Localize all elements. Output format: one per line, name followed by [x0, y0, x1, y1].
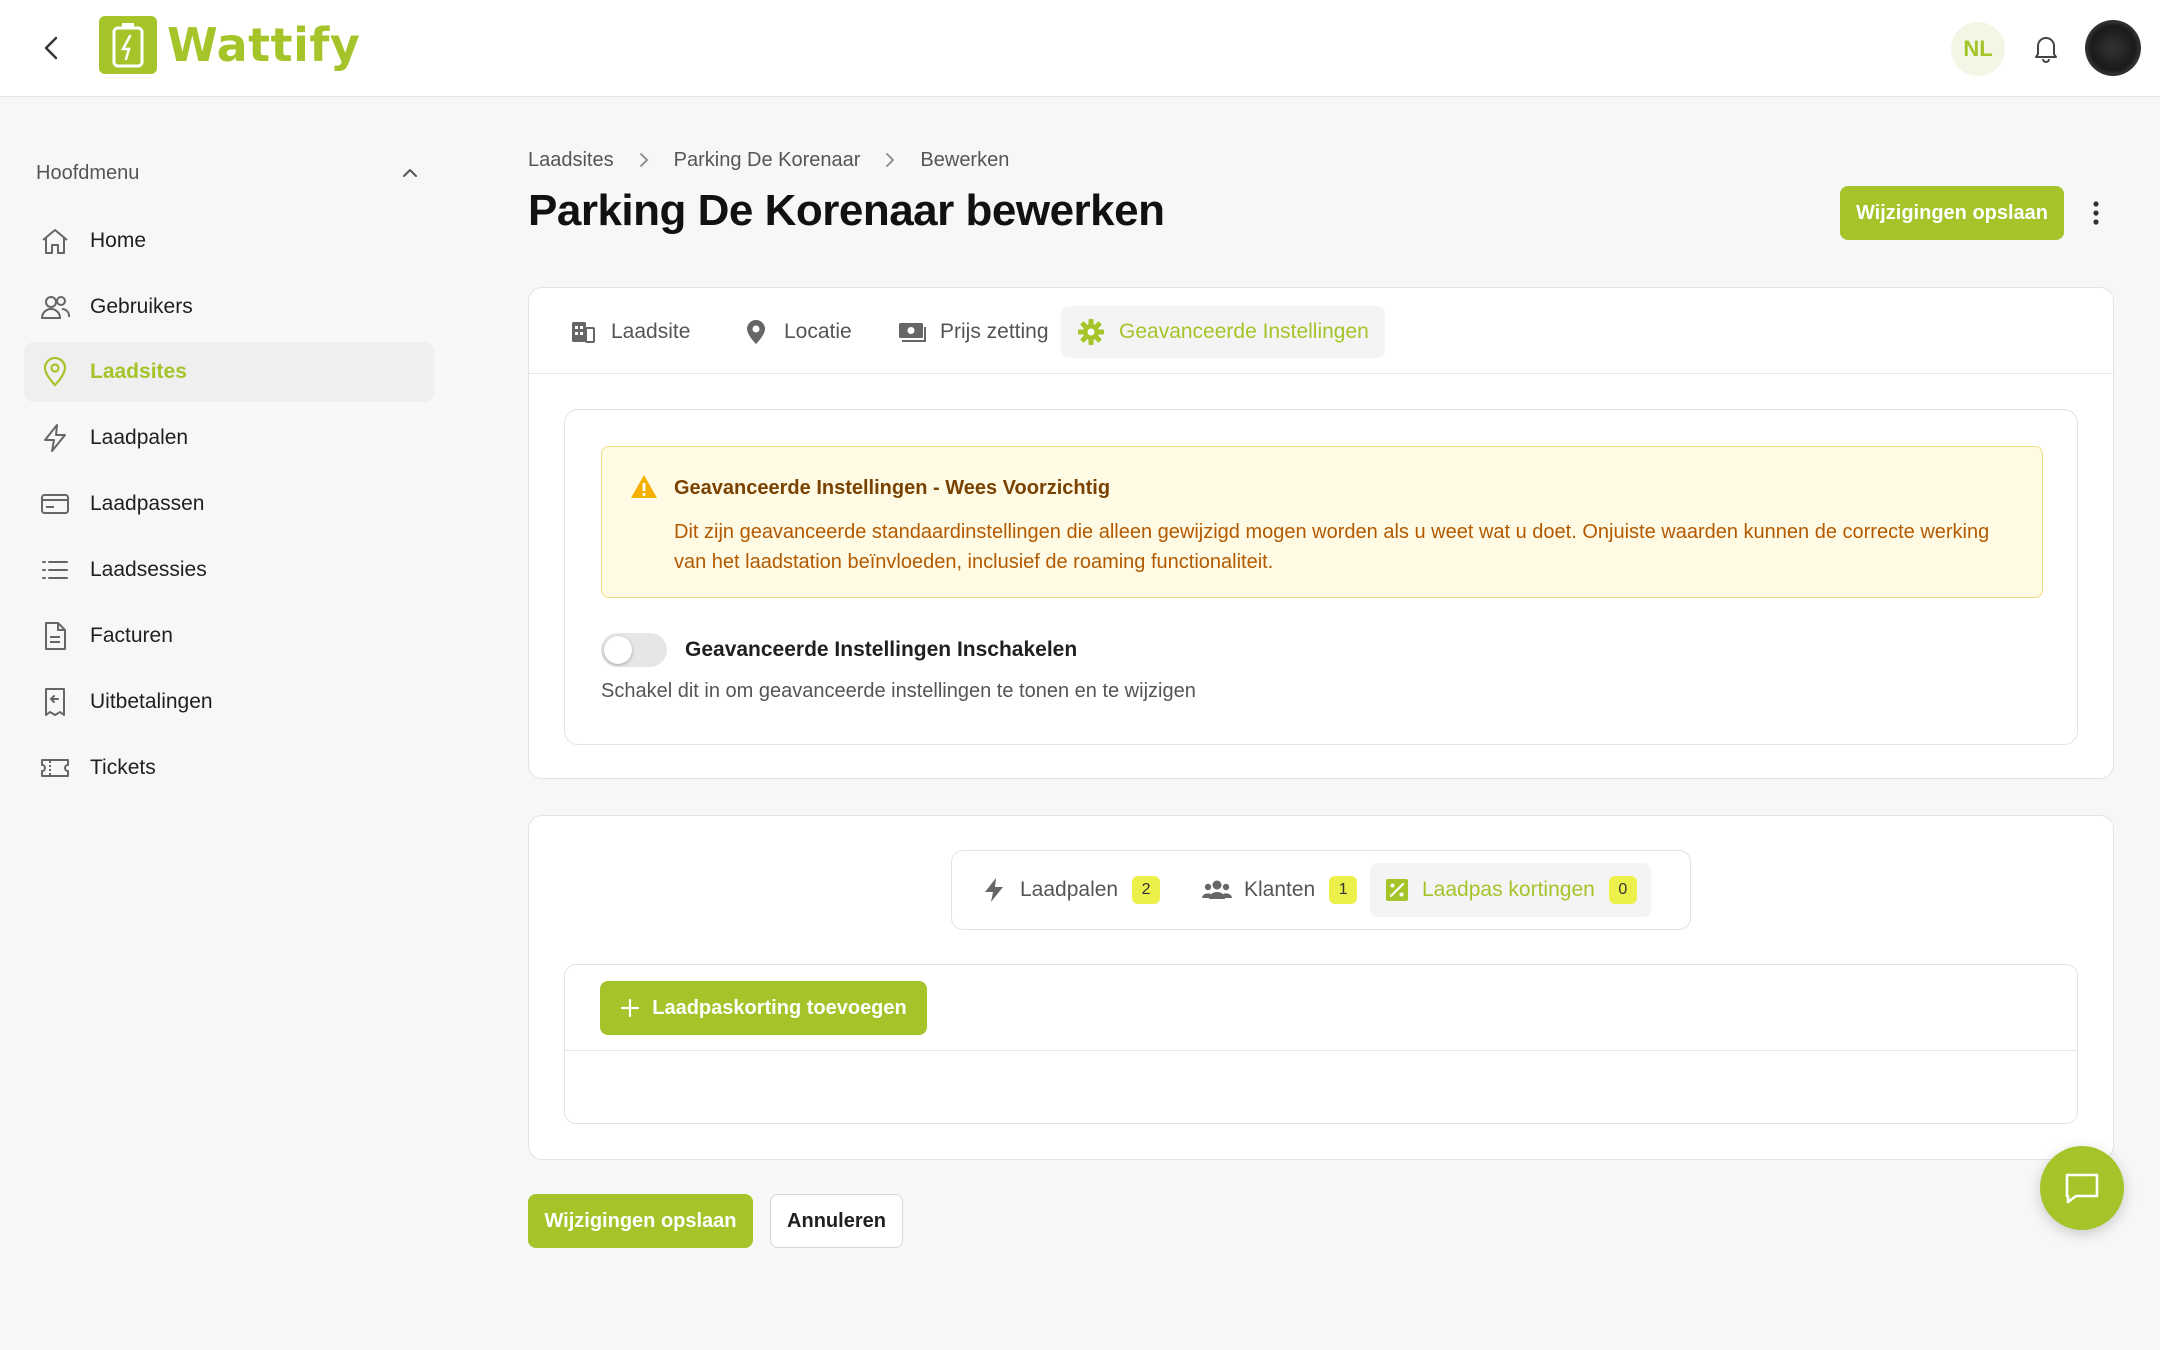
bell-icon [2035, 37, 2057, 63]
brand-name: Wattify [167, 18, 361, 72]
related-items-card: Laadpalen 2 Klanten 1 Laadpas kortingen … [528, 815, 2114, 1160]
advanced-settings-panel: Geavanceerde Instellingen - Wees Voorzic… [564, 409, 2078, 745]
sidebar-item-label: Laadpalen [90, 426, 189, 449]
notifications-button[interactable] [2030, 32, 2062, 64]
sidebar-item-label: Facturen [90, 624, 173, 647]
toggle-label: Geavanceerde Instellingen Inschakelen [685, 638, 1078, 661]
breadcrumb-current: Bewerken [920, 148, 1010, 171]
sidebar-item-uitbetalingen[interactable]: Uitbetalingen [24, 672, 434, 732]
tab-laadsite[interactable]: Laadsite [553, 306, 706, 358]
sidebar-item-label: Laadsessies [90, 558, 207, 581]
sidebar-item-laadpalen[interactable]: Laadpalen [24, 408, 434, 468]
document-icon [38, 619, 72, 653]
location-icon [742, 318, 770, 346]
sidebar-item-label: Uitbetalingen [90, 690, 213, 713]
breadcrumb: Laadsites Parking De Korenaar Bewerken [528, 146, 1009, 174]
group-icon [1202, 880, 1232, 899]
sidebar-item-tickets[interactable]: Tickets [24, 738, 434, 798]
add-discount-button[interactable]: Laadpaskorting toevoegen [600, 981, 927, 1035]
battery-logo-icon [99, 16, 157, 74]
count-badge: 0 [1608, 876, 1637, 904]
sidebar: Hoofdmenu Home Gebruikers Laadsites Laad… [0, 97, 450, 1350]
sidebar-item-laadpassen[interactable]: Laadpassen [24, 474, 434, 534]
related-tab-label: Klanten [1244, 878, 1316, 901]
lightning-icon [38, 421, 72, 455]
sidebar-item-home[interactable]: Home [24, 211, 434, 271]
map-pin-icon [38, 355, 72, 389]
lightning-icon [985, 878, 1003, 902]
add-discount-label: Laadpaskorting toevoegen [652, 996, 907, 1019]
settings-tabs: Laadsite Locatie Prijs zetting Geavancee… [529, 288, 2113, 374]
sidebar-item-facturen[interactable]: Facturen [24, 606, 434, 666]
tab-label: Locatie [784, 320, 852, 343]
warning-title: Geavanceerde Instellingen - Wees Voorzic… [674, 477, 1111, 499]
chevron-up-icon [403, 169, 417, 177]
toggle-knob [604, 636, 632, 664]
more-vertical-icon [2093, 201, 2099, 225]
gear-icon [1077, 318, 1105, 346]
warning-text: Dit zijn geavanceerde standaardinstellin… [674, 521, 1990, 573]
back-button[interactable] [36, 32, 68, 64]
related-tab-laadpas-kortingen[interactable]: Laadpas kortingen 0 [1370, 863, 1651, 917]
ticket-icon [38, 751, 72, 785]
tab-prijs-zetting[interactable]: Prijs zetting [882, 306, 1065, 358]
count-badge: 1 [1329, 876, 1358, 904]
top-bar: Wattify NL [0, 0, 2160, 97]
sidebar-item-laadsites[interactable]: Laadsites [24, 342, 434, 402]
sidebar-item-laadsessies[interactable]: Laadsessies [24, 540, 434, 600]
discount-icon [1386, 879, 1408, 901]
tab-label: Prijs zetting [940, 320, 1049, 343]
list-icon [38, 553, 72, 587]
related-tab-label: Laadpas kortingen [1422, 878, 1595, 901]
cancel-button[interactable]: Annuleren [770, 1194, 903, 1248]
main-menu-toggle[interactable]: Hoofdmenu [36, 157, 420, 189]
discount-toolbar: Laadpaskorting toevoegen [565, 965, 2077, 1051]
more-options-button[interactable] [2086, 195, 2106, 231]
save-button[interactable]: Wijzigingen opslaan [528, 1194, 753, 1248]
sidebar-item-label: Laadsites [90, 360, 187, 383]
tab-label: Laadsite [611, 320, 691, 343]
settings-card: Laadsite Locatie Prijs zetting Geavancee… [528, 287, 2114, 779]
sidebar-item-label: Tickets [90, 756, 156, 779]
receipt-icon [38, 685, 72, 719]
save-button-top[interactable]: Wijzigingen opslaan [1840, 186, 2064, 240]
chevron-right-icon [639, 153, 648, 167]
tab-label: Geavanceerde Instellingen [1119, 320, 1369, 343]
count-badge: 2 [1132, 876, 1161, 904]
users-icon [38, 290, 72, 324]
sidebar-item-label: Laadpassen [90, 492, 205, 515]
card-icon [38, 487, 72, 521]
chat-button[interactable] [2040, 1146, 2124, 1230]
breadcrumb-laadsites[interactable]: Laadsites [528, 149, 614, 172]
sidebar-item-label: Gebruikers [90, 295, 193, 318]
tab-geavanceerde-instellingen[interactable]: Geavanceerde Instellingen [1061, 306, 1385, 358]
related-tab-laadpalen[interactable]: Laadpalen 2 [966, 863, 1174, 917]
warning-alert: Geavanceerde Instellingen - Wees Voorzic… [601, 446, 2043, 598]
plus-icon [621, 998, 640, 1018]
related-tab-label: Laadpalen [1020, 878, 1119, 901]
related-tabs: Laadpalen 2 Klanten 1 Laadpas kortingen … [951, 850, 1691, 930]
brand-logo[interactable]: Wattify [99, 15, 360, 75]
sidebar-item-users[interactable]: Gebruikers [24, 277, 434, 337]
related-tab-klanten[interactable]: Klanten 1 [1188, 863, 1371, 917]
page-title: Parking De Korenaar bewerken [528, 186, 1165, 235]
user-avatar[interactable] [2085, 20, 2141, 76]
toggle-help-text: Schakel dit in om geavanceerde instellin… [601, 680, 1196, 702]
sidebar-item-label: Home [90, 229, 147, 252]
home-icon [38, 224, 72, 258]
warning-icon [631, 475, 657, 498]
chevron-right-icon [886, 153, 895, 167]
discount-list-panel: Laadpaskorting toevoegen [564, 964, 2078, 1124]
money-icon [898, 318, 926, 346]
building-icon [569, 318, 597, 346]
breadcrumb-site[interactable]: Parking De Korenaar [674, 149, 861, 172]
advanced-settings-toggle[interactable] [601, 633, 667, 667]
main-menu-title: Hoofdmenu [36, 161, 140, 184]
chat-icon [2065, 1173, 2099, 1204]
chevron-left-icon [44, 36, 58, 60]
tab-locatie[interactable]: Locatie [726, 306, 868, 358]
language-switcher[interactable]: NL [1951, 22, 2005, 76]
